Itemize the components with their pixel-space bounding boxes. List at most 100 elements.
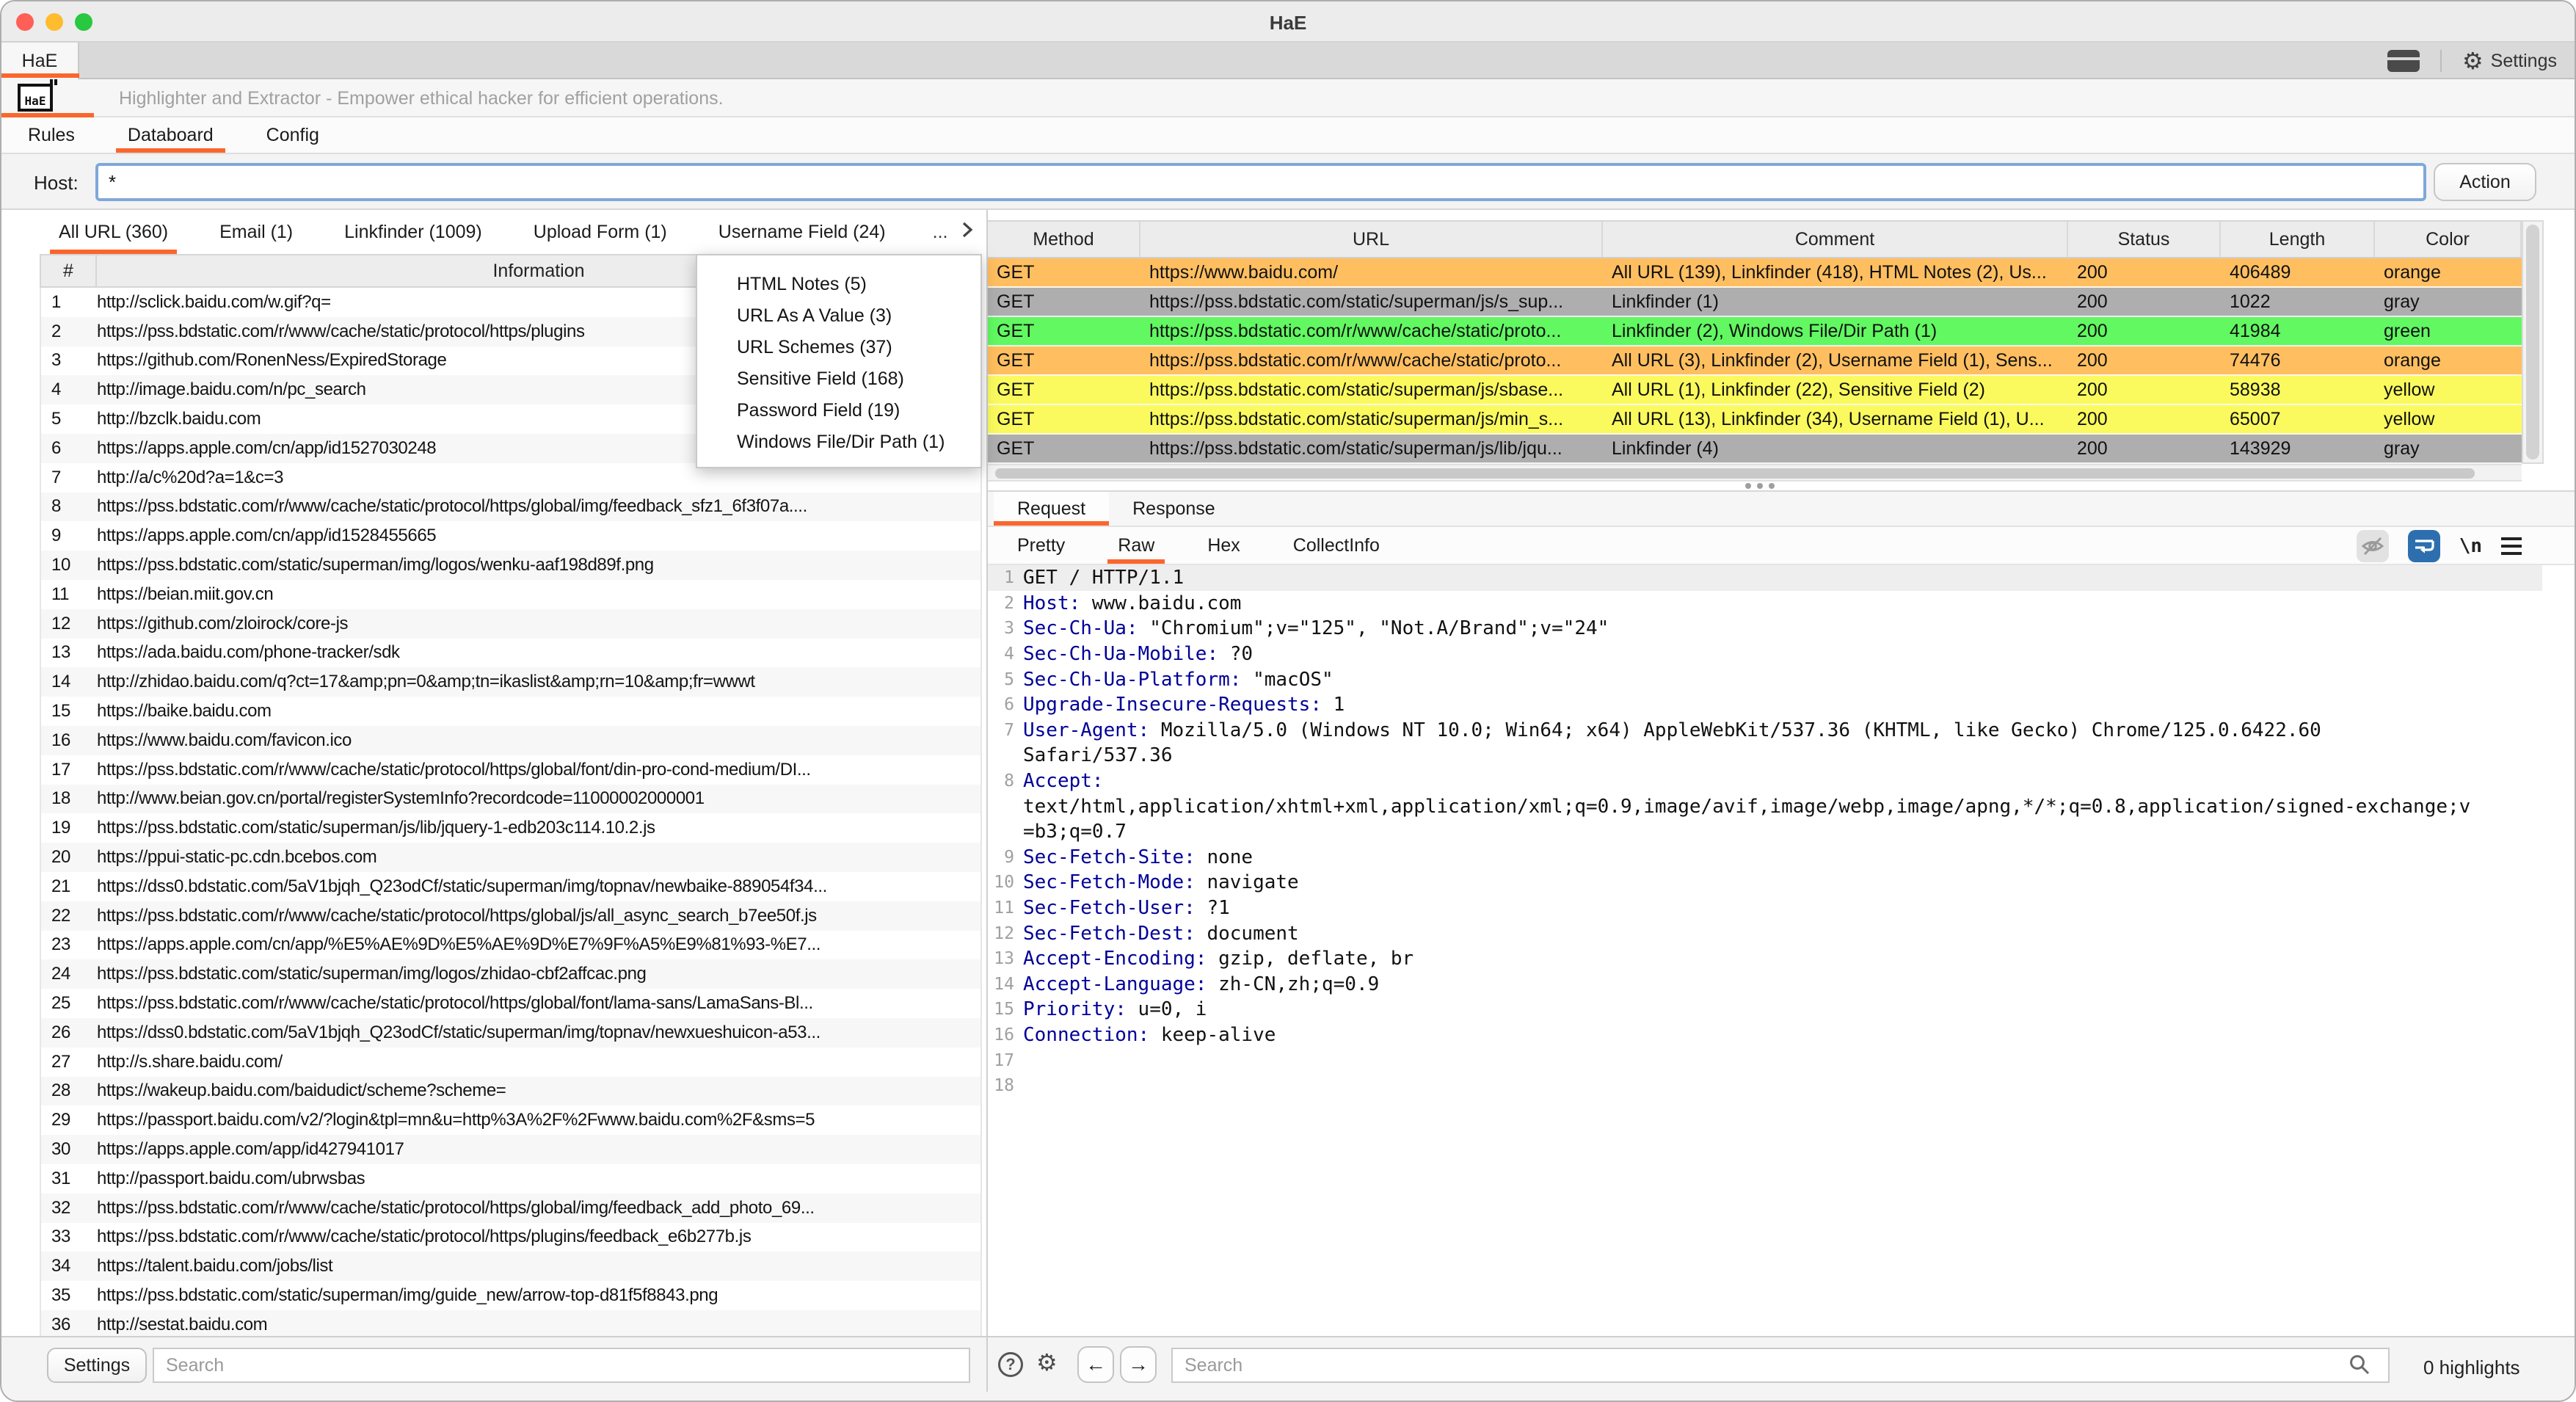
table-row[interactable]: 27http://s.share.baidu.com/ [41, 1047, 980, 1077]
table-row[interactable]: 8https://pss.bdstatic.com/r/www/cache/st… [41, 493, 980, 522]
search-settings-gear-icon[interactable]: ⚙ [1036, 1351, 1058, 1374]
table-row[interactable]: 19https://pss.bdstatic.com/static/superm… [41, 813, 980, 843]
table-row[interactable]: 36http://sestat.baidu.com [41, 1310, 980, 1339]
action-button[interactable]: Action [2434, 163, 2536, 201]
settings-button[interactable]: ⚙ Settings [2462, 49, 2557, 73]
dropdown-item-html-notes-5[interactable]: HTML Notes (5) [697, 269, 980, 300]
table-row[interactable]: 26https://dss0.bdstatic.com/5aV1bjqh_Q23… [41, 1018, 980, 1047]
left-tab-all-url-360[interactable]: All URL (360) [54, 210, 172, 254]
viewer-subtab-collectinfo[interactable]: CollectInfo [1287, 527, 1386, 564]
column-header-method[interactable]: Method [988, 222, 1140, 257]
table-row[interactable]: 29https://passport.baidu.com/v2/?login&t… [41, 1105, 980, 1135]
host-input[interactable] [95, 163, 2426, 201]
newline-toggle-icon[interactable]: \n [2459, 535, 2482, 557]
vertical-scrollbar[interactable] [2522, 220, 2544, 464]
table-row[interactable]: 20https://ppui-static-pc.cdn.bcebos.com [41, 843, 980, 872]
cell-method: GET [988, 350, 1140, 371]
request-row[interactable]: GEThttps://pss.bdstatic.com/r/www/cache/… [988, 317, 2522, 346]
tab-hae-underline [1, 73, 79, 78]
table-row[interactable]: 31http://passport.baidu.com/ubrwsbas [41, 1164, 980, 1194]
request-row[interactable]: GEThttps://pss.bdstatic.com/static/super… [988, 435, 2522, 464]
table-row[interactable]: 10https://pss.bdstatic.com/static/superm… [41, 551, 980, 580]
tab-overflow-label[interactable]: ... [933, 222, 948, 243]
left-tab-email-1[interactable]: Email (1) [215, 210, 297, 254]
column-header-url[interactable]: URL [1140, 222, 1603, 257]
cell-length: 65007 [2221, 409, 2375, 430]
word-wrap-icon[interactable] [2408, 530, 2440, 562]
request-row[interactable]: GEThttps://www.baidu.com/All URL (139), … [988, 258, 2522, 288]
left-tab-linkfinder-1009[interactable]: Linkfinder (1009) [340, 210, 487, 254]
viewer-tab-response[interactable]: Response [1109, 492, 1239, 526]
column-header-status[interactable]: Status [2068, 222, 2221, 257]
column-header-length[interactable]: Length [2221, 222, 2375, 257]
hae-logo-icon: HaE [18, 84, 53, 112]
table-row[interactable]: 21https://dss0.bdstatic.com/5aV1bjqh_Q23… [41, 872, 980, 901]
dropdown-item-url-schemes-37[interactable]: URL Schemes (37) [697, 332, 980, 363]
table-row[interactable]: 12https://github.com/zloirock/core-js [41, 609, 980, 639]
dropdown-item-windows-file-dir-path-1[interactable]: Windows File/Dir Path (1) [697, 426, 980, 458]
raw-line: 9Sec-Fetch-Site: none [988, 845, 2542, 871]
right-search-input[interactable] [1171, 1348, 2390, 1383]
viewer-tab-request[interactable]: Request [994, 492, 1109, 526]
header-name: Accept: [1023, 770, 1104, 792]
column-header-comment[interactable]: Comment [1603, 222, 2068, 257]
table-row[interactable]: 25https://pss.bdstatic.com/r/www/cache/s… [41, 989, 980, 1018]
table-row[interactable]: 35https://pss.bdstatic.com/static/superm… [41, 1281, 980, 1310]
layout-panel-icon[interactable] [2387, 50, 2420, 72]
raw-request-view[interactable]: 1GET / HTTP/1.12Host: www.baidu.com3Sec-… [988, 565, 2542, 1274]
table-row[interactable]: 15https://baike.baidu.com [41, 697, 980, 726]
table-row[interactable]: 24https://pss.bdstatic.com/static/superm… [41, 959, 980, 989]
left-search-input[interactable] [153, 1348, 970, 1383]
next-match-button[interactable]: → [1120, 1346, 1157, 1383]
dropdown-item-sensitive-field-168[interactable]: Sensitive Field (168) [697, 363, 980, 395]
viewer-subtab-raw[interactable]: Raw [1112, 527, 1160, 564]
splitter-handle[interactable] [1745, 483, 1775, 489]
viewer-subtab-hex[interactable]: Hex [1201, 527, 1245, 564]
table-row[interactable]: 34https://talent.baidu.com/jobs/list [41, 1252, 980, 1281]
table-row[interactable]: 23https://apps.apple.com/cn/app/%E5%AE%9… [41, 931, 980, 960]
row-index: 21 [41, 876, 97, 897]
left-tab-username-field-24[interactable]: Username Field (24) [714, 210, 890, 254]
table-row[interactable]: 17https://pss.bdstatic.com/r/www/cache/s… [41, 755, 980, 785]
table-row[interactable]: 32https://pss.bdstatic.com/r/www/cache/s… [41, 1194, 980, 1223]
nav-tabs: Rules Databoard Config [1, 117, 2575, 154]
row-index: 30 [41, 1139, 97, 1160]
table-row[interactable]: 13https://ada.baidu.com/phone-tracker/sd… [41, 639, 980, 668]
viewer-menu-icon[interactable] [2501, 537, 2522, 555]
left-settings-button[interactable]: Settings [47, 1348, 147, 1383]
row-index: 3 [41, 350, 97, 371]
column-header-index[interactable]: # [41, 255, 97, 286]
raw-line: 1GET / HTTP/1.1 [988, 565, 2542, 591]
horizontal-scrollbar[interactable] [988, 464, 2522, 482]
request-row[interactable]: GEThttps://pss.bdstatic.com/static/super… [988, 288, 2522, 317]
request-row[interactable]: GEThttps://pss.bdstatic.com/static/super… [988, 405, 2522, 435]
table-row[interactable]: 28https://wakeup.baidu.com/baidudict/sch… [41, 1077, 980, 1106]
column-header-color[interactable]: Color [2375, 222, 2522, 257]
viewer-subtab-pretty[interactable]: Pretty [1011, 527, 1071, 564]
table-row[interactable]: 9https://apps.apple.com/cn/app/id1528455… [41, 521, 980, 551]
table-row[interactable]: 33https://pss.bdstatic.com/r/www/cache/s… [41, 1223, 980, 1252]
table-row[interactable]: 16https://www.baidu.com/favicon.ico [41, 726, 980, 755]
table-row[interactable]: 18http://www.beian.gov.cn/portal/registe… [41, 785, 980, 814]
table-row[interactable]: 22https://pss.bdstatic.com/r/www/cache/s… [41, 901, 980, 931]
request-row[interactable]: GEThttps://pss.bdstatic.com/static/super… [988, 376, 2522, 405]
table-row[interactable]: 14http://zhidao.baidu.com/q?ct=17&amp;pn… [41, 667, 980, 697]
table-row[interactable]: 30https://apps.apple.com/app/id427941017 [41, 1135, 980, 1164]
help-icon[interactable]: ? [998, 1352, 1023, 1377]
dropdown-item-url-as-a-value-3[interactable]: URL As A Value (3) [697, 300, 980, 332]
nav-tab-rules[interactable]: Rules [19, 117, 84, 153]
request-row[interactable]: GEThttps://pss.bdstatic.com/r/www/cache/… [988, 346, 2522, 376]
left-tab-upload-form-1[interactable]: Upload Form (1) [529, 210, 672, 254]
cell-url: https://pss.bdstatic.com/static/superman… [1140, 438, 1603, 460]
dropdown-item-password-field-19[interactable]: Password Field (19) [697, 395, 980, 426]
nav-tab-config[interactable]: Config [258, 117, 328, 153]
cell-status: 200 [2068, 291, 2221, 313]
raw-line: Safari/537.36 [988, 743, 2542, 769]
search-magnifier-icon[interactable] [2348, 1354, 2371, 1381]
table-row[interactable]: 11https://beian.miit.gov.cn [41, 580, 980, 609]
row-index: 18 [41, 788, 97, 809]
chevron-right-icon[interactable] [961, 221, 974, 244]
previous-match-button[interactable]: ← [1077, 1346, 1114, 1383]
hide-preview-icon[interactable] [2357, 530, 2389, 562]
nav-tab-databoard[interactable]: Databoard [119, 117, 222, 153]
